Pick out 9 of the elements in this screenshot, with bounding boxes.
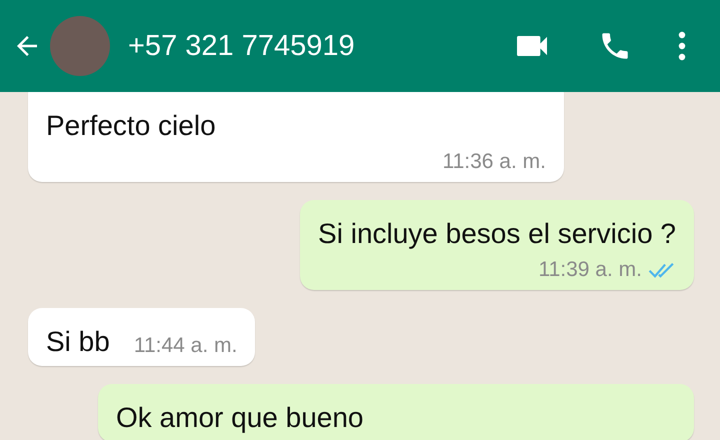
message-text: Perfecto cielo [46, 110, 217, 142]
message-time: 11:36 a. m. [442, 150, 546, 174]
message-text: Si bb [46, 326, 110, 358]
message-text: Ok amor que bueno [116, 402, 364, 434]
message-time: 11:39 a. m. [538, 258, 642, 282]
message-text: Si incluye besos el servicio ? [318, 218, 676, 250]
message-time: 11:44 a. m. [134, 334, 238, 358]
contact-name[interactable]: +57 321 7745919 [128, 30, 355, 62]
menu-icon[interactable] [678, 31, 686, 61]
